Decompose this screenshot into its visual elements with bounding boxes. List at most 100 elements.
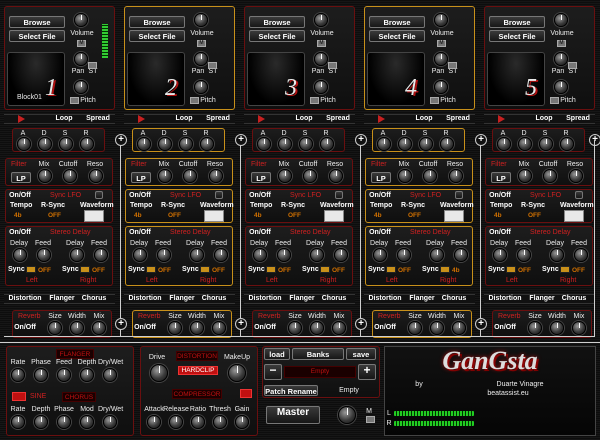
delay-left-knob[interactable]	[133, 248, 147, 262]
adsr-s-knob[interactable]	[299, 137, 313, 151]
adsr-a-knob[interactable]	[137, 137, 151, 151]
reverb-mix-knob[interactable]	[92, 321, 106, 335]
adsr-r-knob[interactable]	[80, 137, 94, 151]
sample-pad[interactable]: 2	[127, 52, 185, 106]
mute-button[interactable]: M	[77, 40, 86, 47]
filter-cutoff-knob[interactable]	[63, 169, 77, 183]
r-sync-value[interactable]: OFF	[48, 212, 61, 219]
lfo-menu-button[interactable]	[335, 191, 343, 199]
reverb-size-knob[interactable]	[528, 321, 542, 335]
chorus-button[interactable]: Chorus	[200, 295, 228, 303]
comp-ratio-knob[interactable]	[191, 415, 205, 429]
sync-right-switch[interactable]	[440, 266, 450, 273]
delay-on-off-label[interactable]: On/Off	[488, 229, 512, 237]
filter-mix-knob[interactable]	[278, 169, 292, 183]
reverb-width-knob[interactable]	[70, 321, 84, 335]
pitch-toggle[interactable]	[430, 97, 439, 104]
comp-gain-knob[interactable]	[235, 415, 249, 429]
filter-type-button[interactable]: LP	[251, 172, 271, 183]
route-plus-4-top[interactable]: +	[475, 134, 487, 146]
chorus-mod-knob[interactable]	[80, 415, 94, 429]
filter-type-button[interactable]: LP	[11, 172, 31, 183]
sync-left-switch[interactable]	[146, 266, 156, 273]
lfo-menu-button[interactable]	[575, 191, 583, 199]
pitch-knob[interactable]	[314, 80, 328, 94]
waveform-display[interactable]	[204, 210, 224, 222]
flanger-phase-knob[interactable]	[34, 368, 48, 382]
reverb-size-knob[interactable]	[408, 321, 422, 335]
spread-label[interactable]: Spread	[444, 115, 472, 123]
pan-knob[interactable]	[74, 52, 88, 66]
adsr-a-knob[interactable]	[497, 137, 511, 151]
select-file-button[interactable]: Select File	[489, 30, 545, 42]
stereo-toggle[interactable]	[208, 62, 217, 69]
feed-right-knob[interactable]	[94, 248, 108, 262]
reverb-mix-knob[interactable]	[332, 321, 346, 335]
route-plus-3-top[interactable]: +	[355, 134, 367, 146]
pan-knob[interactable]	[434, 52, 448, 66]
feed-right-knob[interactable]	[574, 248, 588, 262]
adsr-s-knob[interactable]	[419, 137, 433, 151]
filter-reso-knob[interactable]	[89, 169, 103, 183]
flanger-button[interactable]: Flanger	[168, 295, 196, 303]
delay-right-knob[interactable]	[430, 248, 444, 262]
select-file-button[interactable]: Select File	[369, 30, 425, 42]
pan-knob[interactable]	[554, 52, 568, 66]
reverb-on-off-label[interactable]: On/Off	[374, 324, 396, 332]
distortion-button[interactable]: Distortion	[486, 295, 524, 303]
chorus-depth-knob[interactable]	[34, 415, 48, 429]
adsr-a-knob[interactable]	[377, 137, 391, 151]
delay-on-off-label[interactable]: On/Off	[128, 229, 152, 237]
feed-left-knob[interactable]	[517, 248, 531, 262]
volume-knob[interactable]	[554, 13, 568, 27]
distortion-button[interactable]: Distortion	[366, 295, 404, 303]
chorus-button[interactable]: Chorus	[80, 295, 108, 303]
tempo-value[interactable]: 4b	[254, 212, 262, 219]
volume-knob[interactable]	[434, 13, 448, 27]
play-arrow-icon[interactable]	[18, 115, 25, 123]
sync-left-value[interactable]: OFF	[278, 267, 291, 274]
reverb-on-off-label[interactable]: On/Off	[254, 324, 276, 332]
delay-right-knob[interactable]	[190, 248, 204, 262]
filter-cutoff-knob[interactable]	[543, 169, 557, 183]
r-sync-value[interactable]: OFF	[168, 212, 181, 219]
delay-left-knob[interactable]	[493, 248, 507, 262]
filter-mix-knob[interactable]	[518, 169, 532, 183]
adsr-d-knob[interactable]	[398, 137, 412, 151]
sync-left-value[interactable]: OFF	[518, 267, 531, 274]
sync-left-switch[interactable]	[386, 266, 396, 273]
feed-right-knob[interactable]	[454, 248, 468, 262]
sync-right-switch[interactable]	[80, 266, 90, 273]
master-volume-knob[interactable]	[338, 406, 356, 424]
waveform-display[interactable]	[324, 210, 344, 222]
feed-right-knob[interactable]	[334, 248, 348, 262]
route-plus-1-bottom[interactable]: +	[115, 318, 127, 330]
adsr-d-knob[interactable]	[518, 137, 532, 151]
lfo-menu-button[interactable]	[455, 191, 463, 199]
distortion-button[interactable]: Distortion	[246, 295, 284, 303]
adsr-r-knob[interactable]	[560, 137, 574, 151]
adsr-r-knob[interactable]	[440, 137, 454, 151]
waveform-display[interactable]	[444, 210, 464, 222]
mute-button[interactable]: M	[557, 40, 566, 47]
filter-type-button[interactable]: LP	[131, 172, 151, 183]
sync-left-value[interactable]: OFF	[398, 267, 411, 274]
filter-cutoff-knob[interactable]	[183, 169, 197, 183]
lfo-on-off-label[interactable]: On/Off	[128, 192, 152, 200]
pitch-knob[interactable]	[434, 80, 448, 94]
reverb-on-off-label[interactable]: On/Off	[494, 324, 516, 332]
filter-reso-knob[interactable]	[569, 169, 583, 183]
volume-knob[interactable]	[74, 13, 88, 27]
reverb-width-knob[interactable]	[550, 321, 564, 335]
stereo-toggle[interactable]	[88, 62, 97, 69]
loop-label[interactable]: Loop	[52, 115, 76, 123]
sync-right-value[interactable]: OFF	[572, 267, 585, 274]
sync-right-switch[interactable]	[200, 266, 210, 273]
delay-left-knob[interactable]	[13, 248, 27, 262]
loop-label[interactable]: Loop	[532, 115, 556, 123]
bank-prev-button[interactable]: −	[264, 364, 282, 380]
lfo-menu-button[interactable]	[215, 191, 223, 199]
filter-reso-knob[interactable]	[329, 169, 343, 183]
filter-mix-knob[interactable]	[38, 169, 52, 183]
lfo-on-off-label[interactable]: On/Off	[368, 192, 392, 200]
